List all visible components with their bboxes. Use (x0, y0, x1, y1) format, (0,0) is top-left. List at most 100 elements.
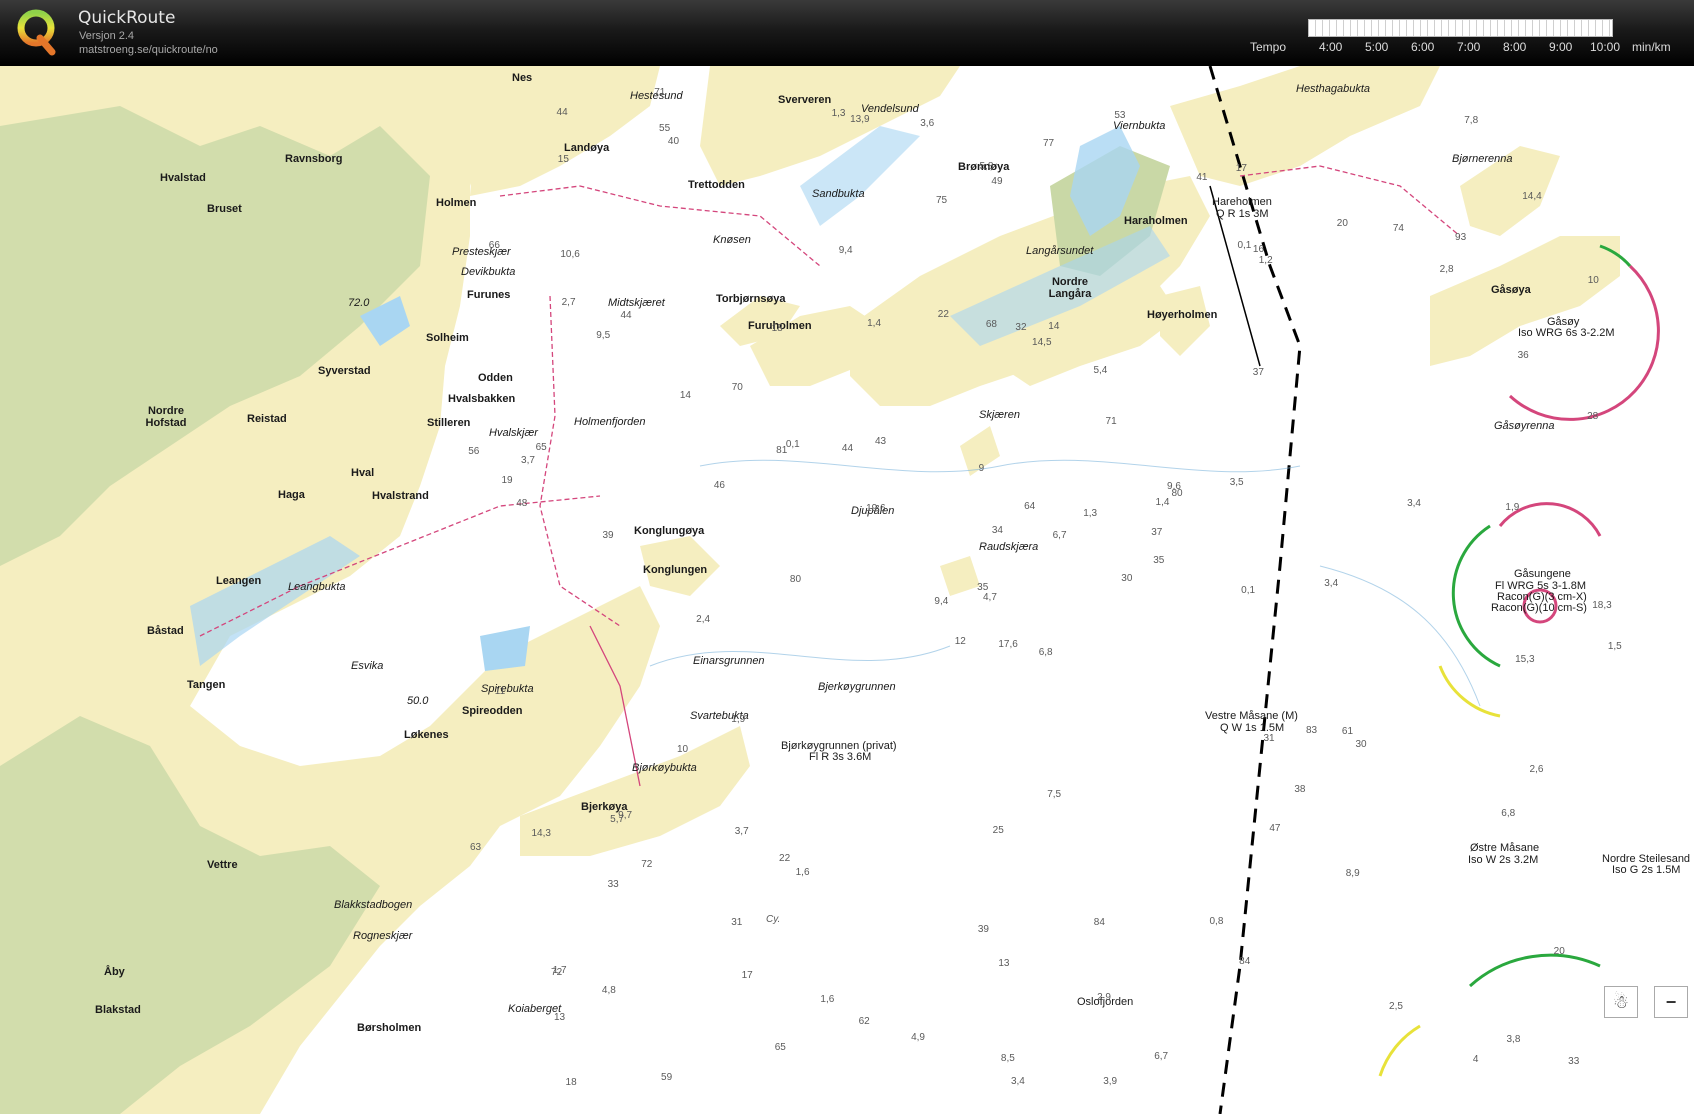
depth-sounding: 71 (654, 86, 666, 98)
depth-sounding: 13 (998, 958, 1010, 970)
depth-sounding: 93 (1455, 231, 1467, 243)
depth-sounding: 83 (1306, 725, 1318, 737)
land-height: 72.0 (348, 297, 370, 309)
place-label: Odden (478, 372, 513, 384)
pace-tick: 8:00 (1503, 40, 1527, 54)
light-characteristic: Iso G 2s 1.5M (1612, 864, 1681, 876)
land-gasoya (1430, 236, 1620, 366)
quickroute-logo (17, 9, 56, 56)
place-label: Bruset (207, 203, 242, 215)
depth-sounding: 1,3 (831, 107, 846, 119)
depth-sounding: 39 (602, 530, 614, 542)
place-label: Konglungen (643, 564, 708, 576)
place-label: Trettodden (688, 179, 745, 191)
depth-sounding: 17 (741, 970, 753, 982)
land-raudskjaera (940, 556, 980, 596)
depth-sounding: 3,8 (1506, 1033, 1521, 1045)
depth-sounding: 19,6 (866, 503, 886, 515)
land-hoyerholmen (1160, 286, 1210, 356)
light-characteristic: Q R 1s 3M (1216, 208, 1269, 220)
water-label: Einarsgrunnen (693, 655, 765, 667)
depth-sounding: 46 (713, 479, 725, 491)
water-label: Holmenfjorden (574, 416, 646, 428)
cable-line (1239, 165, 1461, 237)
pace-tick: 4:00 (1319, 40, 1343, 54)
depth-sounding: 84 (1093, 916, 1105, 928)
depth-sounding: 17,6 (998, 639, 1018, 651)
place-label: Børsholmen (357, 1022, 422, 1034)
depth-sounding: 3,4 (1010, 1076, 1025, 1088)
depth-sounding: 33 (1568, 1055, 1580, 1067)
depth-sounding: 0,1 (1241, 584, 1256, 596)
depth-sounding: 72 (641, 858, 653, 870)
light-racon: Racon(G)(10 cm-S) (1491, 602, 1587, 614)
depth-sounding: 0,1 (1237, 240, 1252, 252)
depth-sounding: 22 (937, 309, 949, 321)
depth-sounding: 84 (1239, 955, 1251, 967)
depth-sounding: 44 (556, 107, 568, 118)
place-label: Gåsøya (1491, 284, 1531, 296)
depth-sounding: 2,9 (1097, 992, 1111, 1004)
depth-sounding: 37 (1151, 527, 1163, 539)
pace-legend-label: Tempo (1250, 40, 1287, 54)
depth-sounding: 17 (1235, 162, 1247, 174)
place-label: Nes (512, 72, 533, 84)
depth-sounding: 36 (1517, 350, 1529, 362)
depth-sounding: 14,4 (1522, 190, 1542, 202)
depth-sounding: 47 (1269, 823, 1281, 835)
depth-sounding: 20 (1553, 946, 1565, 958)
depth-sounding: 4,7 (982, 592, 997, 604)
depth-sounding: 74 (1392, 222, 1404, 234)
depth-sounding: 1,6 (820, 993, 835, 1005)
place-label: Syverstad (318, 365, 371, 377)
light-characteristic: Iso W 2s 3.2M (1468, 854, 1539, 866)
depth-sounding: 70 (731, 382, 743, 394)
depth-sounding: 28 (1587, 410, 1599, 422)
depth-sounding: 71 (1105, 416, 1117, 428)
depth-sounding: 43 (875, 436, 887, 448)
water-label: Raudskjæra (979, 541, 1039, 553)
depth-sounding: 72 (551, 967, 563, 979)
place-label: Nordre Hofstad (145, 405, 187, 429)
depth-sounding: 3,5 (1229, 477, 1244, 489)
water-label: Midtskjæret (608, 297, 665, 309)
depth-sounding: 13,9 (850, 113, 870, 125)
depth-sounding: 6,8 (1038, 646, 1053, 658)
place-label: Tangen (187, 679, 226, 691)
depth-sounding: 14,5 (1032, 336, 1052, 348)
light-characteristic: Iso WRG 6s 3-2.2M (1518, 327, 1615, 339)
depth-sounding: 10 (677, 743, 689, 755)
place-label: Løkenes (404, 729, 449, 741)
land-north (470, 66, 660, 196)
person-icon[interactable]: ☃ (1604, 986, 1638, 1018)
app-title: QuickRoute (78, 8, 176, 28)
depth-contour (699, 459, 1301, 473)
place-label: Holmen (436, 197, 477, 209)
water-label: Bjerkøygrunnen (818, 681, 896, 693)
depth-sounding: 55 (659, 123, 671, 135)
light-name: Gåsungene (1514, 568, 1571, 580)
water-label: Spirebukta (481, 683, 534, 695)
depth-sounding: 13 (553, 1012, 566, 1024)
depth-sounding: 6,8 (1501, 807, 1516, 819)
water-label: Devikbukta (461, 266, 516, 278)
depth-sounding: 9,5 (596, 329, 611, 341)
zoom-out-button[interactable]: − (1654, 986, 1688, 1018)
pace-tick: 7:00 (1457, 40, 1481, 54)
place-label: Høyerholmen (1147, 309, 1218, 321)
depth-sounding: 14 (679, 390, 691, 402)
light-name: Vestre Måsane (M) (1205, 710, 1298, 722)
app-url[interactable]: matstroeng.se/quickroute/no (79, 44, 218, 56)
pace-color-scale (1308, 19, 1613, 37)
depth-sounding: 12 (954, 636, 966, 648)
depth-sounding: 35 (977, 581, 989, 593)
depth-sounding: 3,6 (920, 117, 935, 129)
depth-sounding: 5,8 (979, 161, 994, 173)
depth-sounding: 7,8 (1464, 114, 1479, 126)
nautical-chart-map[interactable]: Nes Sververen Landøya Ravnsborg Hvalstad… (0, 66, 1694, 1114)
depth-sounding: 10,6 (560, 249, 580, 261)
depth-sounding: 3,7 (521, 455, 535, 467)
depth-sounding: 20 (1336, 217, 1348, 229)
depth-sounding: 0,1 (785, 438, 800, 450)
app-header: QuickRoute Versjon 2.4 matstroeng.se/qui… (0, 0, 1694, 66)
